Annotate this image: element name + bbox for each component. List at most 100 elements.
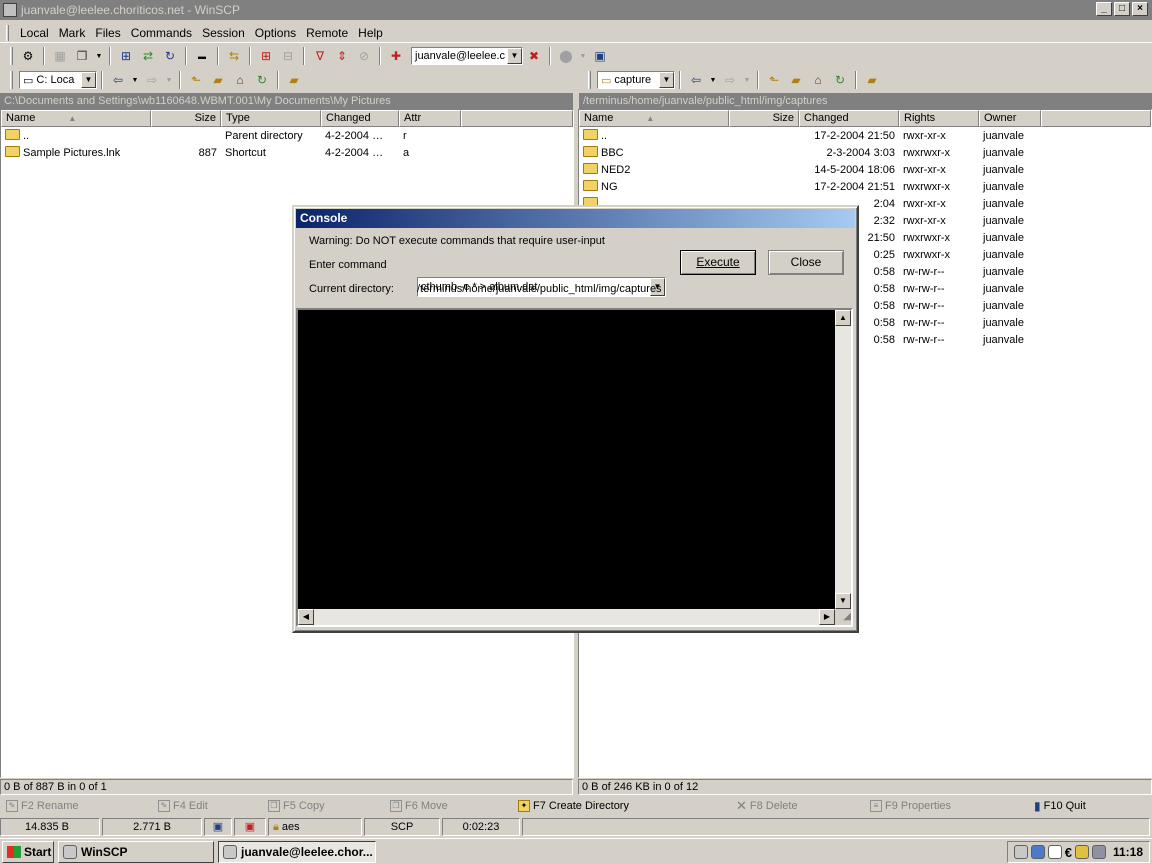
mouse-icon[interactable] [1047,845,1062,859]
new-session-icon[interactable]: ✚ [387,47,405,65]
open-folder-icon[interactable]: ▰ [285,71,303,89]
chevron-down-icon[interactable]: ▼ [709,71,717,89]
f9-properties-button[interactable]: ≡ F9 Properties [870,797,951,815]
open-directory-icon[interactable]: ⊞ [117,47,135,65]
scroll-left-icon[interactable]: ◀ [298,609,314,625]
console-title[interactable]: Console [296,209,855,228]
root-directory-icon[interactable]: ▰ [209,71,227,89]
clear-selection-icon[interactable]: ⊘ [355,47,373,65]
save-workspace-icon[interactable]: ▣ [591,47,609,65]
scroll-down-icon[interactable]: ▼ [835,593,851,609]
synchronize-icon[interactable]: ⇄ [139,47,157,65]
preferences-icon[interactable]: ⚙ [19,47,37,65]
menu-help[interactable]: Help [353,26,388,40]
unselect-icon[interactable]: ⊟ [279,47,297,65]
calendar-icon[interactable] [1091,845,1106,859]
list-item[interactable]: BBC 2-3-2004 3:03 rwxrwxr-x juanvale [579,144,1151,161]
refresh-icon[interactable]: ↻ [253,71,271,89]
refresh-icon[interactable]: ↻ [831,71,849,89]
chevron-down-icon[interactable]: ▼ [579,47,587,65]
forward-icon[interactable]: ⇨ [721,71,739,89]
chevron-down-icon[interactable]: ▼ [81,72,96,88]
maximize-button[interactable]: □ [1114,2,1130,16]
f6-move-button[interactable]: ❐ F6 Move [390,797,448,815]
left-drive-combo[interactable]: ▭ C: Loca ▼ [19,71,97,89]
taskbar-winscp[interactable]: WinSCP [58,840,214,863]
display-icon[interactable] [1030,845,1045,859]
col-attr[interactable]: Attr [399,110,461,127]
col-changed[interactable]: Changed [799,110,899,127]
menu-files[interactable]: Files [90,26,125,40]
save-session-icon[interactable]: ⬤ [557,47,575,65]
menu-commands[interactable]: Commands [126,26,197,40]
refresh-icon[interactable]: ↻ [161,47,179,65]
console-icon[interactable]: ▬ [193,47,211,65]
window-titlebar[interactable]: juanvale@leelee.choriticos.net - WinSCP … [0,0,1152,20]
right-dir-combo[interactable]: ▭ capture ▼ [597,71,675,89]
invert-selection-icon[interactable]: ⇕ [333,47,351,65]
resize-grip-icon[interactable]: ◢ [835,609,851,625]
col-owner[interactable]: Owner [979,110,1041,127]
list-item[interactable]: NG 17-2-2004 21:51 rwxrwxr-x juanvale [579,178,1151,195]
queue-icon[interactable]: ▦ [51,47,69,65]
menu-session[interactable]: Session [197,26,250,40]
f7-create-directory-button[interactable]: ✦ F7 Create Directory [518,797,629,815]
f5-copy-button[interactable]: ❐ F5 Copy [268,797,325,815]
execute-button[interactable]: Execute [680,250,756,275]
col-type[interactable]: Type [221,110,321,127]
list-item[interactable]: .. Parent directory 4-2-2004 … r [1,127,573,144]
disconnect-icon[interactable]: ✖ [525,47,543,65]
console-output[interactable]: ▲ ▼ ◀ ▶ ◢ [296,308,853,627]
col-rights[interactable]: Rights [899,110,979,127]
home-icon[interactable]: ⌂ [231,71,249,89]
close-window-button[interactable]: × [1132,2,1148,16]
chevron-down-icon[interactable]: ▼ [659,72,674,88]
horizontal-scrollbar[interactable]: ◀ ▶ [298,609,835,625]
f2-rename-button[interactable]: ✎ F2 Rename [6,797,78,815]
scroll-right-icon[interactable]: ▶ [819,609,835,625]
root-directory-icon[interactable]: ▰ [787,71,805,89]
list-item[interactable]: .. 17-2-2004 21:50 rwxr-xr-x juanvale [579,127,1151,144]
scroll-up-icon[interactable]: ▲ [835,310,851,326]
col-name[interactable]: Name ▲ [1,110,151,127]
copy-queue-icon[interactable]: ❐ [73,47,91,65]
close-button[interactable]: Close [768,250,844,275]
f4-edit-button[interactable]: ✎ F4 Edit [158,797,208,815]
col-size[interactable]: Size [729,110,799,127]
parent-directory-icon[interactable]: ⬑ [765,71,783,89]
menu-options[interactable]: Options [250,26,301,40]
euro-icon[interactable]: € [1065,845,1072,860]
pencil-icon[interactable] [1074,845,1089,859]
clock[interactable]: 11:18 [1109,845,1143,859]
menu-local[interactable]: Local [15,26,54,40]
home-icon[interactable]: ⌂ [809,71,827,89]
chevron-down-icon[interactable]: ▼ [95,47,103,65]
parent-directory-icon[interactable]: ⬑ [187,71,205,89]
minimize-button[interactable]: _ [1096,2,1112,16]
network-icon[interactable] [1013,845,1028,859]
col-size[interactable]: Size [151,110,221,127]
f8-delete-button[interactable]: ✕ F8 Delete [736,797,798,815]
f10-quit-button[interactable]: ▮ F10 Quit [1034,797,1086,815]
back-icon[interactable]: ⇦ [109,71,127,89]
back-icon[interactable]: ⇦ [687,71,705,89]
taskbar-session[interactable]: juanvale@leelee.chor... [218,840,376,863]
forward-icon[interactable]: ⇨ [143,71,161,89]
col-name[interactable]: Name ▲ [579,110,729,127]
col-changed[interactable]: Changed [321,110,399,127]
chevron-down-icon[interactable]: ▼ [507,48,522,64]
vertical-scrollbar[interactable]: ▲ ▼ [835,310,851,609]
filter-icon[interactable]: ∇ [311,47,329,65]
select-all-icon[interactable]: ⊞ [257,47,275,65]
chevron-down-icon[interactable]: ▼ [165,71,173,89]
list-item[interactable]: Sample Pictures.lnk 887 Shortcut 4-2-2004 …… [1,144,573,161]
menu-mark[interactable]: Mark [54,26,91,40]
chevron-down-icon[interactable]: ▼ [131,71,139,89]
session-combo[interactable]: juanvale@leelee.c ▼ [411,47,523,65]
menu-remote[interactable]: Remote [301,26,353,40]
compare-directories-icon[interactable]: ⇆ [225,47,243,65]
chevron-down-icon[interactable]: ▼ [743,71,751,89]
list-item[interactable]: NED2 14-5-2004 18:06 rwxr-xr-x juanvale [579,161,1151,178]
start-button[interactable]: Start [2,840,54,863]
open-folder-icon[interactable]: ▰ [863,71,881,89]
